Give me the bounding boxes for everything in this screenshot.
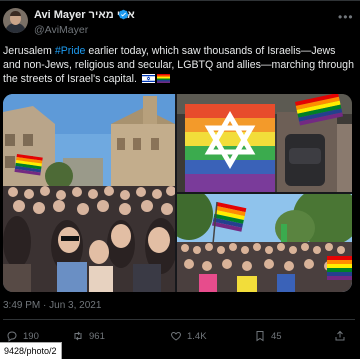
- retweet-count: 961: [89, 330, 105, 342]
- rainbow-flag-icon: [156, 74, 170, 83]
- hashtag-link[interactable]: #Pride: [55, 45, 86, 57]
- like-button[interactable]: 1.4K: [170, 330, 207, 342]
- share-icon: [335, 330, 345, 341]
- top-border: [0, 0, 360, 1]
- author-handle[interactable]: @AviMayer: [34, 24, 88, 36]
- tweet-text: Jerusalem #Pride earlier today, which sa…: [3, 44, 355, 86]
- photo-march-crowd[interactable]: [177, 194, 352, 292]
- bookmark-count: 45: [271, 330, 282, 342]
- more-options-icon[interactable]: •••: [338, 10, 354, 24]
- bookmark-icon: [256, 331, 264, 342]
- tweet-text-before: Jerusalem: [3, 45, 55, 57]
- bookmark-button[interactable]: 45: [254, 330, 282, 342]
- retweet-icon: [74, 331, 82, 341]
- retweet-button[interactable]: 961: [72, 330, 105, 342]
- israel-flag-icon: [141, 74, 155, 83]
- share-button[interactable]: [334, 330, 346, 342]
- reply-button[interactable]: 190: [6, 330, 39, 342]
- reply-count: 190: [23, 330, 39, 342]
- tweet-timestamp[interactable]: 3:49 PM · Jun 3, 2021: [3, 300, 101, 311]
- media-grid: [3, 94, 352, 292]
- like-count: 1.4K: [187, 330, 207, 342]
- heart-icon: [171, 331, 181, 341]
- photo-rainbow-star-flag[interactable]: [177, 94, 352, 192]
- divider: [3, 319, 355, 320]
- link-status-bar: 9428/photo/2: [0, 342, 62, 359]
- verified-badge-icon: [118, 9, 129, 20]
- reply-icon: [7, 331, 17, 342]
- avatar[interactable]: [3, 8, 28, 33]
- tweet: Avi Mayer אבי מאיר @AviMayer ••• Jerusal…: [0, 0, 360, 359]
- photo-crowd-old-city[interactable]: [3, 94, 175, 292]
